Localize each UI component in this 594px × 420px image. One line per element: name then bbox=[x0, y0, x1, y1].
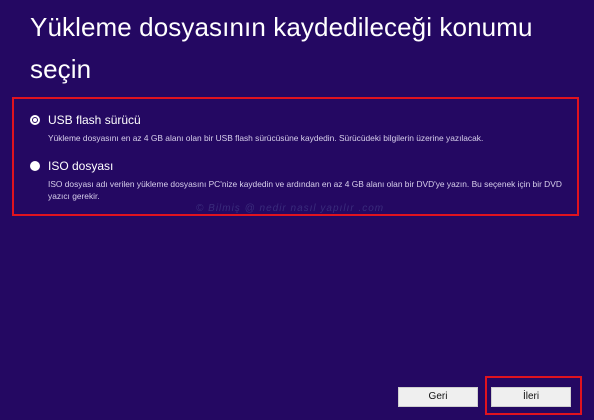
usb-option-description: Yükleme dosyasını en az 4 GB alanı olan … bbox=[48, 133, 484, 143]
iso-radio-button[interactable] bbox=[30, 161, 40, 171]
usb-option-label[interactable]: USB flash sürücü bbox=[48, 113, 141, 127]
usb-radio-button[interactable] bbox=[30, 115, 40, 125]
page-title: Yükleme dosyasının kaydedileceği konumu … bbox=[30, 12, 533, 84]
options-highlight-box: USB flash sürücü Yükleme dosyasını en az… bbox=[12, 97, 579, 216]
watermark: © Bilmiş @ nedir nasıl yapılır .com bbox=[196, 203, 385, 214]
iso-option-label[interactable]: ISO dosyası bbox=[48, 159, 113, 173]
back-button[interactable]: Geri bbox=[398, 387, 478, 407]
option-iso[interactable]: ISO dosyası ISO dosyası adı verilen yükl… bbox=[30, 157, 578, 202]
option-usb[interactable]: USB flash sürücü Yükleme dosyasını en az… bbox=[30, 111, 578, 144]
iso-option-description: ISO dosyası adı verilen yükleme dosyasın… bbox=[48, 179, 562, 201]
next-button[interactable]: İleri bbox=[491, 387, 571, 407]
